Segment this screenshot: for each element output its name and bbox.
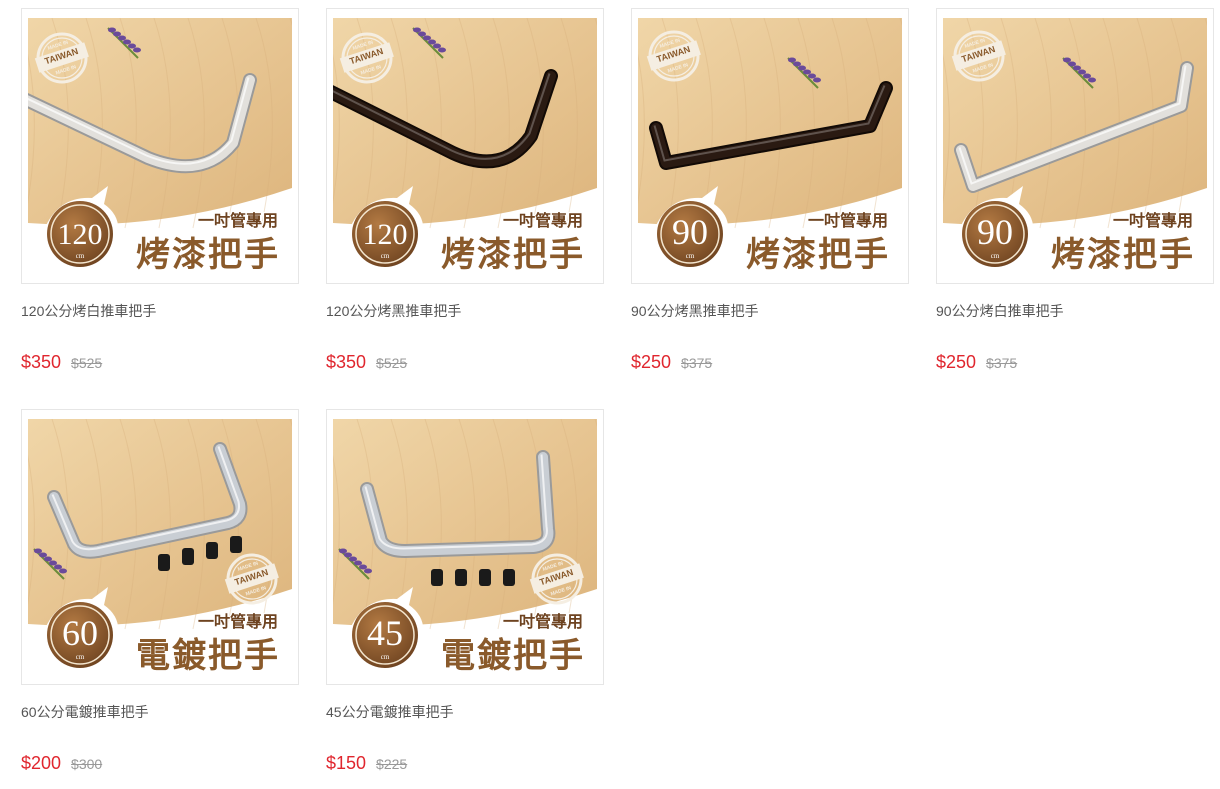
original-price: $300 <box>71 756 103 772</box>
product-name[interactable]: 120公分烤白推車把手 <box>21 302 299 320</box>
image-title: 電鍍把手 <box>441 636 585 675</box>
made-in-taiwan-badge: MADE INTAIWANMADE IN <box>34 32 89 84</box>
image-title: 烤漆把手 <box>746 235 890 274</box>
image-title: 烤漆把手 <box>136 235 280 274</box>
product-name[interactable]: 90公分烤白推車把手 <box>936 302 1214 320</box>
size-value: 45 <box>367 613 403 653</box>
image-subtitle: 一吋管專用 <box>503 612 583 631</box>
made-in-taiwan-badge: MADE INTAIWANMADE IN <box>529 553 584 605</box>
made-in-taiwan-badge: MADE INTAIWANMADE IN <box>951 30 1006 82</box>
image-subtitle: 一吋管專用 <box>503 211 583 230</box>
sale-price: $250 <box>936 352 977 372</box>
image-title: 烤漆把手 <box>441 235 585 274</box>
product-name[interactable]: 60公分電鍍推車把手 <box>21 703 299 721</box>
size-unit: cm <box>381 252 390 260</box>
product-image-graphic: MADE INTAIWANMADE IN 90cm 一吋管專用烤漆把手 <box>943 18 1207 274</box>
size-value: 90 <box>672 212 708 252</box>
size-value: 120 <box>58 218 103 251</box>
made-in-taiwan-badge: MADE INTAIWANMADE IN <box>339 32 394 84</box>
product-image[interactable]: MADE IN TAIWAN MADE IN 90 cm 一吋管專用烤漆把手 <box>631 8 909 284</box>
product-image[interactable]: MADE IN TAIWAN MADE IN 120 cm 一吋管專用烤漆把手 <box>21 8 299 284</box>
product-image-graphic: MADE INTAIWANMADE IN 45cm 一吋管專用電鍍把手 <box>333 419 597 675</box>
size-value: 90 <box>977 212 1013 252</box>
image-subtitle: 一吋管專用 <box>198 612 278 631</box>
made-in-taiwan-badge: MADE INTAIWANMADE IN <box>224 553 279 605</box>
product-image-graphic: MADE INTAIWANMADE IN 120cm 一吋管專用烤漆把手 <box>333 18 597 274</box>
product-image-graphic: MADE INTAIWANMADE IN 90cm 一吋管專用烤漆把手 <box>638 18 902 274</box>
price-row: $250 $375 <box>631 352 712 376</box>
image-title: 電鍍把手 <box>136 636 280 675</box>
image-subtitle: 一吋管專用 <box>198 211 278 230</box>
size-unit: cm <box>686 252 695 260</box>
sale-price: $150 <box>326 753 367 773</box>
original-price: $225 <box>376 756 408 772</box>
size-value: 60 <box>62 613 98 653</box>
sale-price: $350 <box>326 352 367 372</box>
size-unit: cm <box>991 252 1000 260</box>
size-value: 120 <box>363 218 408 251</box>
original-price: $525 <box>71 355 103 371</box>
price-row: $350 $525 <box>326 352 407 376</box>
price-row: $200 $300 <box>21 753 102 777</box>
product-card[interactable]: MADE IN TAIWAN MADE IN 45 cm 一吋管專用電鍍把手 45公分電鍍推… <box>326 409 604 789</box>
sale-price: $350 <box>21 352 62 372</box>
image-subtitle: 一吋管專用 <box>1113 211 1193 230</box>
sale-price: $200 <box>21 753 62 773</box>
image-title: 烤漆把手 <box>1051 235 1195 274</box>
product-grid: MADE IN TAIWAN MADE IN 120 cm 一吋管專用 烤漆把手 120公分烤… <box>0 0 1220 783</box>
original-price: $375 <box>681 355 713 371</box>
price-row: $150 $225 <box>326 753 407 777</box>
product-name[interactable]: 120公分烤黑推車把手 <box>326 302 604 320</box>
product-image-graphic: MADE INTAIWANMADE IN 120cm 一吋管專用烤漆把手 <box>28 18 292 274</box>
product-card[interactable]: MADE IN TAIWAN MADE IN 60 cm 一吋管專用電鍍把手 60公分電鍍推… <box>21 409 299 789</box>
image-subtitle: 一吋管專用 <box>808 211 888 230</box>
price-row: $350 $525 <box>21 352 102 376</box>
product-image[interactable]: MADE IN TAIWAN MADE IN 120 cm 一吋管專用烤漆把手 <box>326 8 604 284</box>
product-image[interactable]: MADE IN TAIWAN MADE IN 90 cm 一吋管專用烤漆把手 <box>936 8 1214 284</box>
product-name[interactable]: 90公分烤黑推車把手 <box>631 302 909 320</box>
sale-price: $250 <box>631 352 672 372</box>
product-card[interactable]: MADE IN TAIWAN MADE IN 120 cm 一吋管專用烤漆把手 120公分烤… <box>326 8 604 388</box>
product-card[interactable]: MADE IN TAIWAN MADE IN 90 cm 一吋管專用烤漆把手 90公分烤白推… <box>936 8 1214 388</box>
price-row: $250 $375 <box>936 352 1017 376</box>
product-card[interactable]: MADE IN TAIWAN MADE IN 90 cm 一吋管專用烤漆把手 90公分烤黑推… <box>631 8 909 388</box>
original-price: $525 <box>376 355 408 371</box>
product-image[interactable]: MADE IN TAIWAN MADE IN 45 cm 一吋管專用電鍍把手 <box>326 409 604 685</box>
made-in-taiwan-badge: MADE INTAIWANMADE IN <box>646 30 701 82</box>
original-price: $375 <box>986 355 1018 371</box>
size-unit: cm <box>76 653 85 661</box>
product-card[interactable]: MADE IN TAIWAN MADE IN 120 cm 一吋管專用烤漆把手 120公分烤… <box>21 8 299 388</box>
size-unit: cm <box>76 252 85 260</box>
product-image-graphic: MADE INTAIWANMADE IN 60cm 一吋管專用電鍍把手 <box>28 419 292 675</box>
product-image[interactable]: MADE IN TAIWAN MADE IN 60 cm 一吋管專用電鍍把手 <box>21 409 299 685</box>
size-unit: cm <box>381 653 390 661</box>
product-name[interactable]: 45公分電鍍推車把手 <box>326 703 604 721</box>
